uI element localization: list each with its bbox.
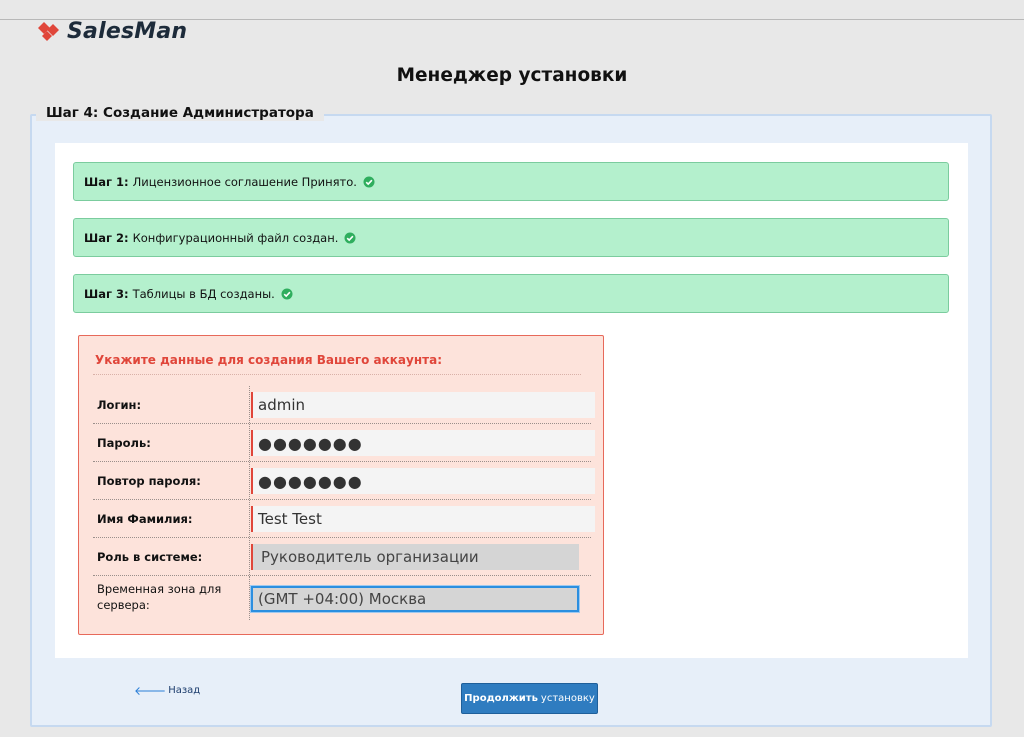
step-label: Шаг 3: [84, 286, 129, 301]
step-label: Шаг 1: [84, 174, 129, 189]
fullname-row: Имя Фамилия: Test Test [93, 500, 595, 538]
brand-name: SalesMan [67, 18, 188, 44]
password-input[interactable]: ●●●●●●● [251, 430, 595, 456]
form-title-divider [93, 374, 581, 375]
password-repeat-input[interactable]: ●●●●●●● [251, 468, 595, 494]
password-label: Пароль: [97, 435, 151, 450]
step-text: Лицензионное соглашение Принято. [132, 174, 357, 189]
step-label: Шаг 2: [84, 230, 129, 245]
role-label: Роль в системе: [97, 549, 203, 564]
form-title: Укажите данные для создания Вашего аккау… [95, 353, 442, 367]
continue-label-rest: установку [540, 693, 595, 704]
step-text: Таблицы в БД созданы. [132, 286, 275, 301]
fullname-input[interactable]: Test Test [251, 506, 595, 532]
logo-diamond-icon [38, 22, 59, 41]
step-status-3: Шаг 3: Таблицы в БД созданы. [73, 274, 949, 313]
role-row: Роль в системе: Руководитель организации [93, 538, 591, 576]
login-row: Логин: admin [93, 386, 595, 424]
password-row: Пароль: ●●●●●●● [93, 424, 595, 462]
check-circle-icon [363, 176, 375, 188]
page-title: Менеджер установки [396, 65, 628, 86]
admin-account-form: Укажите данные для создания Вашего аккау… [78, 335, 604, 635]
timezone-label: Временная зона для сервера: [97, 582, 222, 612]
step-status-2: Шаг 2: Конфигурационный файл создан. [73, 218, 949, 257]
check-circle-icon [281, 288, 293, 300]
password-repeat-label: Повтор пароля: [97, 473, 201, 488]
login-label: Логин: [97, 397, 142, 412]
timezone-row: Временная зона для сервера: (GMT +04:00)… [93, 576, 591, 620]
fullname-label: Имя Фамилия: [97, 511, 193, 526]
arrow-left-icon: 🡐 [134, 684, 167, 698]
step-status-1: Шаг 1: Лицензионное соглашение Принято. [73, 162, 949, 201]
step-legend: Шаг 4: Создание Администратора [36, 105, 324, 121]
step-text: Конфигурационный файл создан. [132, 230, 339, 245]
continue-label-bold: Продолжить [464, 693, 538, 704]
back-link[interactable]: 🡐 Назад [134, 683, 200, 698]
password-repeat-row: Повтор пароля: ●●●●●●● [93, 462, 595, 500]
continue-install-button[interactable]: Продолжить установку [461, 683, 598, 714]
back-label: Назад [168, 685, 201, 696]
check-circle-icon [344, 232, 356, 244]
timezone-select[interactable]: (GMT +04:00) Москва [250, 585, 580, 613]
login-input[interactable]: admin [251, 392, 595, 418]
brand-logo[interactable]: SalesMan [36, 18, 187, 44]
role-select[interactable]: Руководитель организации [251, 544, 579, 570]
